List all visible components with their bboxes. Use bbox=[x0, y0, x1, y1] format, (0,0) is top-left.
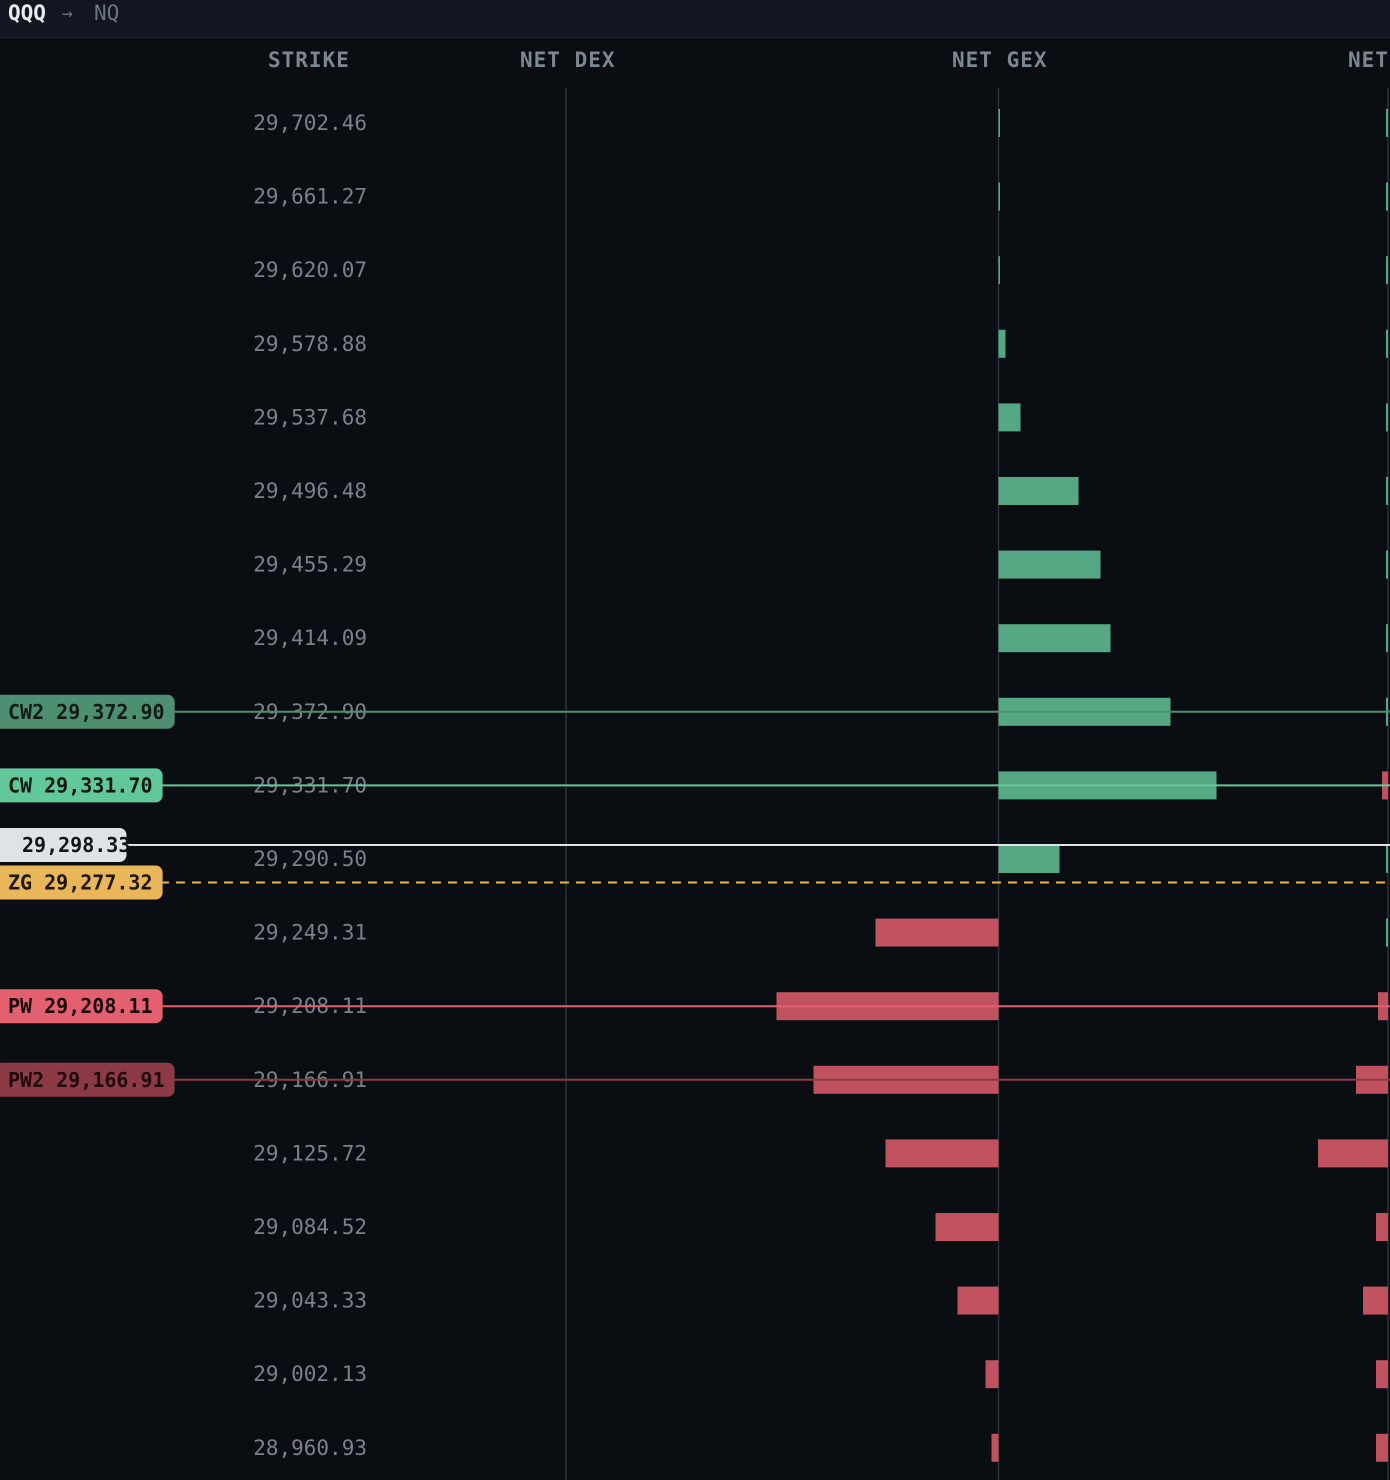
net-bar[interactable] bbox=[1386, 844, 1388, 873]
net-gex-bar[interactable] bbox=[998, 844, 1060, 873]
net-bar[interactable] bbox=[1363, 1286, 1388, 1315]
level-tag-label: PW2 29,166.91 bbox=[8, 1068, 165, 1092]
net-bar[interactable] bbox=[1386, 256, 1388, 285]
net-gex-bar[interactable] bbox=[998, 624, 1111, 653]
net-bar[interactable] bbox=[1376, 1212, 1388, 1241]
net-bar[interactable] bbox=[1318, 1139, 1388, 1168]
net-gex-bar[interactable] bbox=[998, 550, 1101, 579]
net-bar[interactable] bbox=[1376, 1360, 1388, 1389]
strike-label: 29,578.88 bbox=[253, 332, 367, 356]
strike-label: 29,496.48 bbox=[253, 479, 367, 503]
level-tag-label: CW2 29,372.90 bbox=[8, 700, 165, 724]
level-tag-label: CW 29,331.70 bbox=[8, 773, 153, 797]
net-bar[interactable] bbox=[1386, 403, 1388, 432]
net-bar[interactable] bbox=[1386, 550, 1388, 579]
gex-chart: 29,702.46 29,661.27 29,620.07 29,578.88 29,5… bbox=[0, 88, 1390, 1480]
net-gex-bar[interactable] bbox=[998, 476, 1079, 505]
strike-label: 29,455.29 bbox=[253, 553, 367, 577]
net-bar[interactable] bbox=[1386, 918, 1388, 947]
strike-label: 29,043.33 bbox=[253, 1289, 367, 1313]
net-bar[interactable] bbox=[1386, 476, 1388, 505]
strike-label: 29,290.50 bbox=[253, 847, 367, 871]
net-bar[interactable] bbox=[1386, 182, 1388, 211]
strike-label: 29,620.07 bbox=[253, 258, 367, 282]
net-bar[interactable] bbox=[1386, 109, 1388, 137]
net-bar[interactable] bbox=[1386, 329, 1388, 358]
net-gex-bar[interactable] bbox=[875, 918, 999, 947]
net-gex-bar[interactable] bbox=[998, 182, 1001, 211]
level-tag-label: PW 29,208.11 bbox=[8, 994, 153, 1018]
net-bar[interactable] bbox=[1376, 1433, 1388, 1462]
net-gex-bar[interactable] bbox=[998, 109, 1001, 137]
net-gex-bar[interactable] bbox=[998, 403, 1021, 432]
level-tag-label: 29,298.33 bbox=[22, 833, 130, 857]
strike-label: 29,125.72 bbox=[253, 1141, 367, 1165]
strike-label: 29,537.68 bbox=[253, 405, 367, 429]
strike-label: 29,702.46 bbox=[253, 111, 367, 135]
net-gex-bar[interactable] bbox=[957, 1286, 999, 1315]
net-gex-bar[interactable] bbox=[998, 329, 1006, 358]
net-gex-bar[interactable] bbox=[885, 1139, 999, 1168]
strike-label: 28,960.93 bbox=[253, 1436, 367, 1460]
strike-label: 29,249.31 bbox=[253, 921, 367, 945]
strike-label: 29,084.52 bbox=[253, 1215, 367, 1239]
strike-label: 29,661.27 bbox=[253, 185, 367, 209]
strike-label: 29,414.09 bbox=[253, 626, 367, 650]
net-bar[interactable] bbox=[1386, 624, 1388, 653]
net-gex-bar[interactable] bbox=[991, 1433, 999, 1462]
strike-label: 29,002.13 bbox=[253, 1362, 367, 1386]
net-gex-bar[interactable] bbox=[985, 1360, 999, 1389]
net-gex-bar[interactable] bbox=[998, 256, 1001, 285]
net-gex-bar[interactable] bbox=[935, 1212, 999, 1241]
level-tag-label: ZG 29,277.32 bbox=[8, 871, 153, 895]
